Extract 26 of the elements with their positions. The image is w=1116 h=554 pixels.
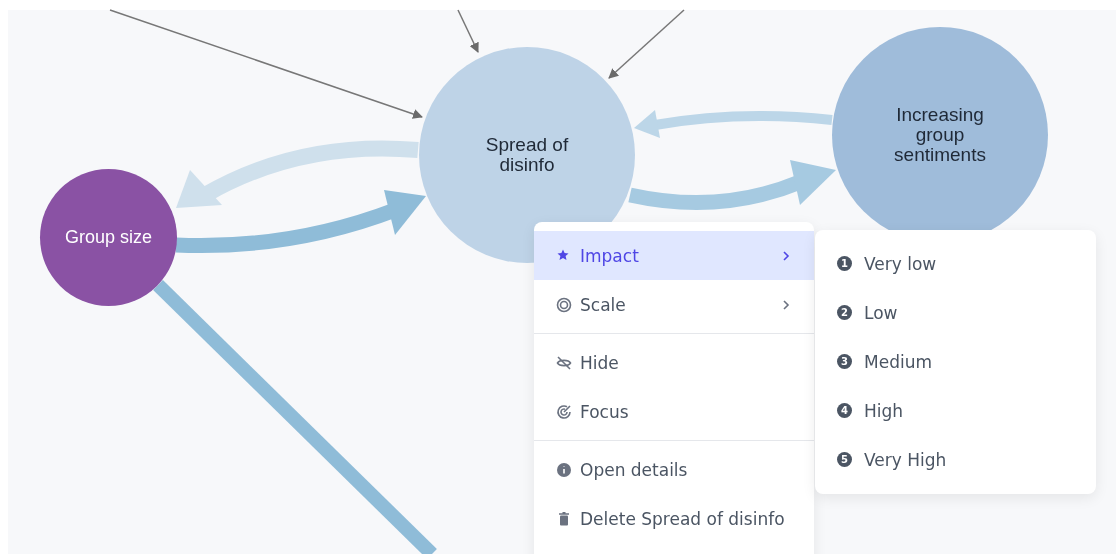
arrow bbox=[457, 9, 479, 53]
submenu-item[interactable]: 4 High bbox=[815, 386, 1096, 435]
submenu-label: Medium bbox=[864, 351, 932, 372]
submenu-item[interactable]: 3 Medium bbox=[815, 337, 1096, 386]
menu-item[interactable]: Impact bbox=[534, 231, 814, 280]
menu-item[interactable]: Hide bbox=[534, 338, 814, 387]
trash-icon bbox=[556, 510, 572, 527]
menu-item[interactable]: Focus bbox=[534, 387, 814, 436]
submenu-label: Low bbox=[864, 302, 898, 323]
target-icon bbox=[556, 296, 572, 313]
info-icon bbox=[556, 461, 572, 478]
number-badge: 1 bbox=[837, 256, 852, 271]
number-badge: 2 bbox=[837, 305, 852, 320]
number-badge: 5 bbox=[837, 452, 852, 467]
menu-item[interactable]: Scale bbox=[534, 280, 814, 329]
submenu-item[interactable]: 2 Low bbox=[815, 288, 1096, 337]
submenu-item[interactable]: 5 Very High bbox=[815, 435, 1096, 484]
menu-item[interactable]: Delete Spread of disinfo bbox=[534, 494, 814, 543]
hidden-eye-icon bbox=[556, 354, 572, 371]
submenu-label: Very High bbox=[864, 449, 947, 470]
submenu-label: High bbox=[864, 400, 904, 421]
submenu-label: Very low bbox=[864, 253, 937, 274]
number-badge: 3 bbox=[837, 354, 852, 369]
number-badge: 4 bbox=[837, 403, 852, 418]
menu-item[interactable]: Open details bbox=[534, 445, 814, 494]
focus-icon bbox=[556, 403, 572, 420]
